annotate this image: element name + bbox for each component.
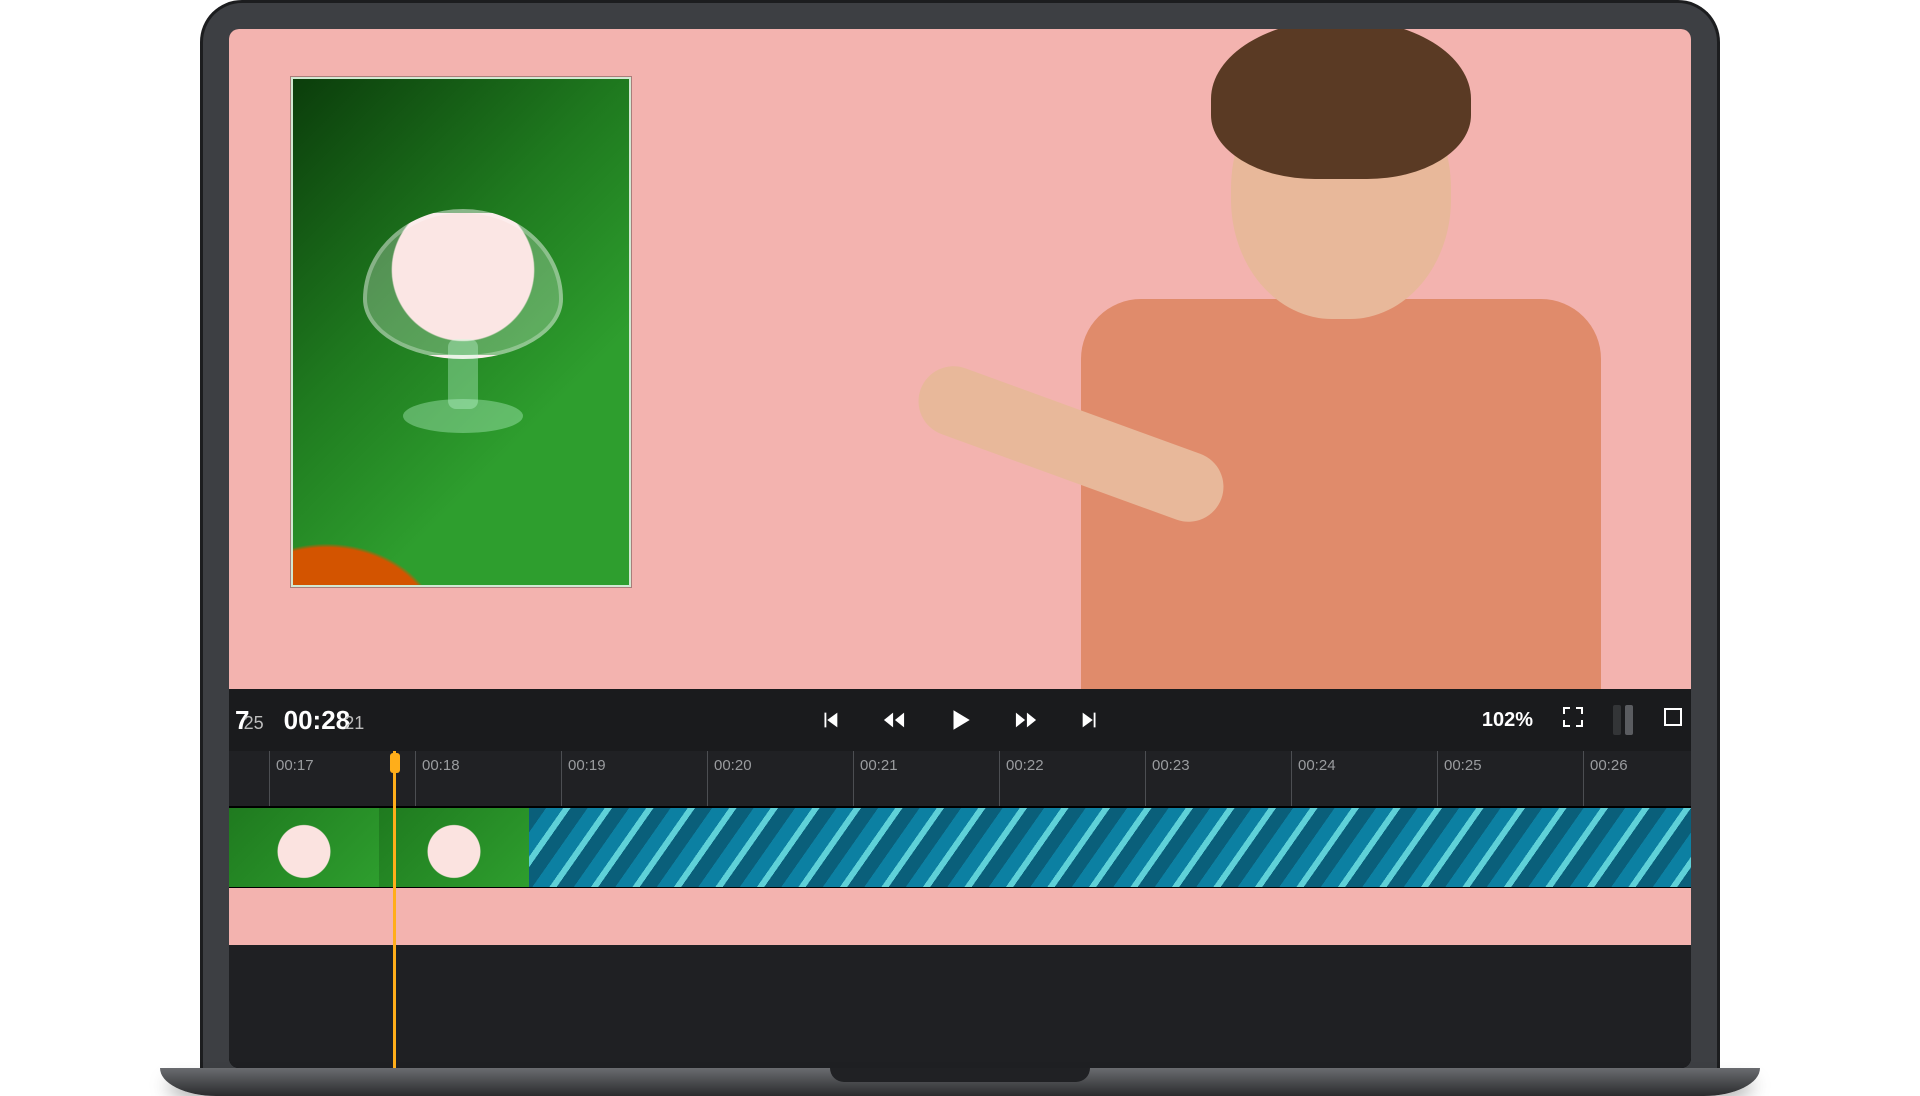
ruler-tick: 00:25 (1437, 751, 1482, 806)
current-frames: 25 (244, 713, 264, 733)
viewer-tools: 102% (1482, 705, 1691, 735)
ruler-tick: 00:24 (1291, 751, 1336, 806)
fullscreen-icon[interactable] (1561, 705, 1585, 735)
ruler-tick: 00:21 (853, 751, 898, 806)
laptop-lid: 7 25 00:28 21 (200, 0, 1720, 1068)
ruler-tick: 00:17 (269, 751, 314, 806)
fast-forward-button[interactable] (1015, 709, 1037, 731)
video-editor-app: 7 25 00:28 21 (229, 29, 1691, 1068)
laptop-screen: 7 25 00:28 21 (229, 29, 1691, 1068)
go-to-end-button[interactable] (1079, 709, 1101, 731)
go-to-start-button[interactable] (819, 709, 841, 731)
timeline[interactable]: 00:17 00:18 00:19 00:20 00:21 00:22 00:2… (229, 751, 1691, 1068)
ruler-tick: 00:18 (415, 751, 460, 806)
video-track-2[interactable] (229, 887, 1691, 945)
timeline-clip[interactable] (529, 808, 1691, 887)
video-track-1[interactable] (229, 807, 1691, 887)
timeline-clip[interactable] (229, 808, 529, 887)
preview-overlay-clip[interactable] (291, 77, 631, 587)
play-button[interactable] (947, 707, 973, 733)
playhead[interactable] (393, 751, 396, 1068)
timecode-readout: 7 25 00:28 21 (229, 705, 364, 736)
zoom-level[interactable]: 102% (1482, 709, 1533, 732)
ruler-tick: 00:23 (1145, 751, 1190, 806)
ruler-tick: 00:20 (707, 751, 752, 806)
timeline-clip[interactable] (229, 888, 1691, 945)
preview-monitor[interactable] (229, 29, 1691, 689)
duration-frames: 21 (344, 713, 364, 733)
playback-controls (819, 707, 1101, 733)
compare-view-icon[interactable] (1613, 705, 1633, 735)
ruler-tick: 00:22 (999, 751, 1044, 806)
settings-icon[interactable] (1661, 705, 1685, 735)
preview-main-clip (871, 29, 1691, 689)
ruler-tick: 00:19 (561, 751, 606, 806)
ruler-tick: 00:26 (1583, 751, 1628, 806)
transport-bar: 7 25 00:28 21 (229, 689, 1691, 751)
timeline-ruler[interactable]: 00:17 00:18 00:19 00:20 00:21 00:22 00:2… (229, 751, 1691, 807)
laptop-mockup: 7 25 00:28 21 (160, 0, 1760, 1096)
duration-timecode: 00:28 (284, 705, 351, 735)
laptop-base (160, 1068, 1760, 1096)
rewind-button[interactable] (883, 709, 905, 731)
